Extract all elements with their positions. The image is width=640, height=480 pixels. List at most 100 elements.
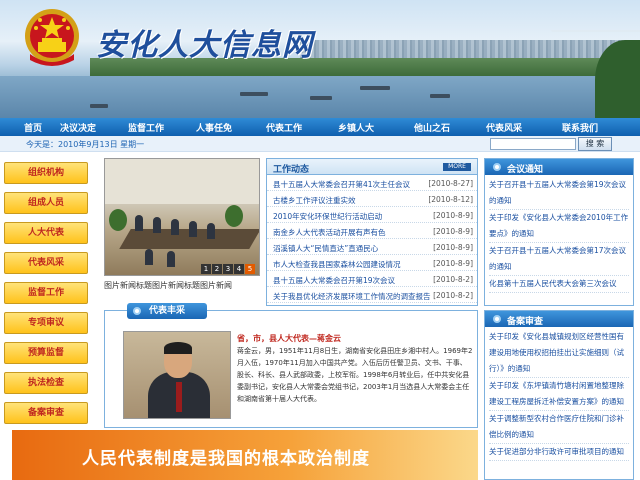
list-item[interactable]: 滔溪镇人大“民情直达”直通民心 [2010-8-9]	[267, 239, 477, 255]
boat	[310, 96, 332, 100]
filing-review-title: 备案审查	[507, 317, 544, 327]
photo-person	[145, 249, 153, 265]
list-item[interactable]: 关于印发《安化县城镇规划区经营性国有建设用地使用权招拍挂出让实施细则（试行）》的…	[489, 329, 629, 378]
representative-tab-label: 代表丰采	[149, 306, 186, 316]
photo-person	[153, 217, 161, 233]
nav-deputy-style[interactable]: 代表风采	[486, 121, 522, 134]
site-title: 安化人大信息网	[96, 28, 313, 63]
news-date: [2010-8-27]	[428, 179, 473, 188]
news-title[interactable]: 关于我县优化经济发展环境工作情况的调查报告	[273, 291, 431, 302]
news-title[interactable]: 县十五届人大常委会召开第41次主任会议	[273, 179, 410, 190]
news-date: [2010-8-12]	[428, 195, 473, 204]
slide-page[interactable]: 2	[212, 264, 222, 274]
work-news-title: 工作动态	[273, 165, 310, 175]
news-date: [2010-8-2]	[433, 291, 473, 300]
current-date: 今天是：2010年9月13日 星期一	[26, 140, 145, 149]
photo-person	[207, 223, 215, 239]
representative-photo[interactable]	[123, 331, 231, 419]
slogan-banner: 人民代表制度是我国的根本政治制度	[12, 430, 478, 480]
slideshow-pager: 1 2 3 4 5	[200, 264, 255, 274]
meeting-notice-panel: 会议通知 关于召开县十五届人大常委会第19次会议的通知 关于印发《安化县人大常委…	[484, 158, 634, 306]
list-item[interactable]: 关于调整新型农村合作医疗住院和门诊补偿比例的通知	[489, 411, 629, 444]
menu-deputy-style[interactable]: 代表风采	[4, 252, 88, 274]
representative-name[interactable]: 省，市，县人大代表—蒋金云	[237, 333, 341, 344]
list-item[interactable]: 县十五届人大常委会召开第19次会议 [2010-8-2]	[267, 271, 477, 287]
photo-caption[interactable]: 图片新闻标题图片新闻标题图片新闻	[104, 280, 260, 291]
news-photo[interactable]	[104, 158, 260, 276]
news-date: [2010-8-9]	[433, 211, 473, 220]
photo-plant	[109, 209, 127, 231]
list-item[interactable]: 关于召开县十五届人大常委会第19次会议的通知	[489, 177, 629, 210]
date-bar: 今天是：2010年9月13日 星期一 搜 索	[0, 136, 640, 152]
nav-home[interactable]: 首页	[24, 121, 42, 134]
nav-appointments[interactable]: 人事任免	[196, 121, 232, 134]
news-date: [2010-8-9]	[433, 243, 473, 252]
news-date: [2010-8-9]	[433, 227, 473, 236]
filing-review-header: 备案审查	[485, 311, 633, 327]
main-nav: 首页 决议决定 监督工作 人事任免 代表工作 乡镇人大 他山之石 代表风采 联系…	[0, 118, 640, 136]
news-title[interactable]: 市人大检查我县国家森林公园建设情况	[273, 259, 401, 270]
news-title[interactable]: 2010年安化环保世纪行活动启动	[273, 211, 382, 222]
nav-other[interactable]: 他山之石	[414, 121, 450, 134]
slide-page[interactable]: 4	[234, 264, 244, 274]
news-title[interactable]: 滔溪镇人大“民情直达”直通民心	[273, 243, 378, 254]
list-item[interactable]: 县十五届人大常委会召开第41次主任会议 [2010-8-27]	[267, 175, 477, 191]
news-date: [2010-8-2]	[433, 275, 473, 284]
menu-filing-review[interactable]: 备案审查	[4, 402, 88, 424]
meeting-notice-title: 会议通知	[507, 165, 544, 175]
representative-tab: 代表丰采	[127, 303, 207, 319]
nav-supervision[interactable]: 监督工作	[128, 121, 164, 134]
list-item[interactable]: 化县第十五届人民代表大会第三次会议	[489, 276, 629, 293]
list-item[interactable]: 南金乡人大代表活动开展有声有色 [2010-8-9]	[267, 223, 477, 239]
nav-resolutions[interactable]: 决议决定	[60, 121, 96, 134]
menu-special-review[interactable]: 专项审议	[4, 312, 88, 334]
boat	[360, 86, 390, 90]
boat	[90, 104, 108, 108]
menu-members[interactable]: 组成人员	[4, 192, 88, 214]
list-item[interactable]: 关于我县优化经济发展环境工作情况的调查报告 [2010-8-2]	[267, 287, 477, 303]
filing-review-panel: 备案审查 关于印发《安化县城镇规划区经营性国有建设用地使用权招拍挂出让实施细则（…	[484, 310, 634, 480]
list-item[interactable]: 关于印发《东坪镇清竹塘村闲置地整理除建设工程房屋拆迁补偿安置方案》的通知	[489, 378, 629, 411]
menu-deputies[interactable]: 人大代表	[4, 222, 88, 244]
photo-plant	[225, 205, 243, 227]
nav-township[interactable]: 乡镇人大	[338, 121, 374, 134]
representative-bio: 蒋金云，男，1951年11月8日生，湖南省安化县田庄乡湘中村人。1969年2月入…	[237, 347, 473, 403]
news-title[interactable]: 南金乡人大代表活动开展有声有色	[273, 227, 386, 238]
photo-person	[171, 219, 179, 235]
menu-organization[interactable]: 组织机构	[4, 162, 88, 184]
list-item[interactable]: 古楼乡工作评议注重实效 [2010-8-12]	[267, 191, 477, 207]
header-banner: 安化人大信息网	[0, 0, 640, 118]
photo-tie	[176, 382, 182, 412]
nav-deputy-work[interactable]: 代表工作	[266, 121, 302, 134]
menu-law-inspection[interactable]: 执法检查	[4, 372, 88, 394]
news-title[interactable]: 县十五届人大常委会召开第19次会议	[273, 275, 395, 286]
photo-wall	[105, 159, 259, 204]
search-input[interactable]	[490, 138, 576, 150]
list-item[interactable]: 关于促进部分非行政许可审批项目的通知	[489, 444, 629, 461]
list-item[interactable]: 关于印发《安化县人大常委会2010年工作要点》的通知	[489, 210, 629, 243]
slide-page[interactable]: 1	[201, 264, 211, 274]
filing-review-list: 关于印发《安化县城镇规划区经营性国有建设用地使用权招拍挂出让实施细则（试行）》的…	[485, 327, 633, 463]
photo-hair	[164, 342, 192, 354]
list-item[interactable]: 关于召开县十五届人大常委会第17次会议的通知	[489, 243, 629, 276]
slide-page-active[interactable]: 5	[245, 264, 255, 274]
work-news-header: 工作动态 MORE	[267, 159, 477, 175]
bullet-icon	[493, 315, 501, 323]
nav-contact[interactable]: 联系我们	[562, 121, 598, 134]
work-news-panel: 工作动态 MORE 县十五届人大常委会召开第41次主任会议 [2010-8-27]…	[266, 158, 478, 306]
news-title[interactable]: 古楼乡工作评议注重实效	[273, 195, 356, 206]
slide-page[interactable]: 3	[223, 264, 233, 274]
bullet-icon	[133, 307, 141, 315]
search-button[interactable]: 搜 索	[578, 137, 612, 151]
menu-supervision[interactable]: 监督工作	[4, 282, 88, 304]
list-item[interactable]: 市人大检查我县国家森林公园建设情况 [2010-8-9]	[267, 255, 477, 271]
list-item[interactable]: 2010年安化环保世纪行活动启动 [2010-8-9]	[267, 207, 477, 223]
boat	[430, 94, 450, 98]
photo-person	[167, 251, 175, 267]
photo-person	[189, 221, 197, 237]
menu-budget[interactable]: 预算监督	[4, 342, 88, 364]
representative-panel: 代表丰采 省，市，县人大代表—蒋金云 蒋金云，男，1951年11月8日生，湖南省…	[104, 303, 478, 428]
meeting-notice-list: 关于召开县十五届人大常委会第19次会议的通知 关于印发《安化县人大常委会2010…	[485, 175, 633, 295]
bullet-icon	[493, 163, 501, 171]
more-link[interactable]: MORE	[443, 163, 471, 171]
